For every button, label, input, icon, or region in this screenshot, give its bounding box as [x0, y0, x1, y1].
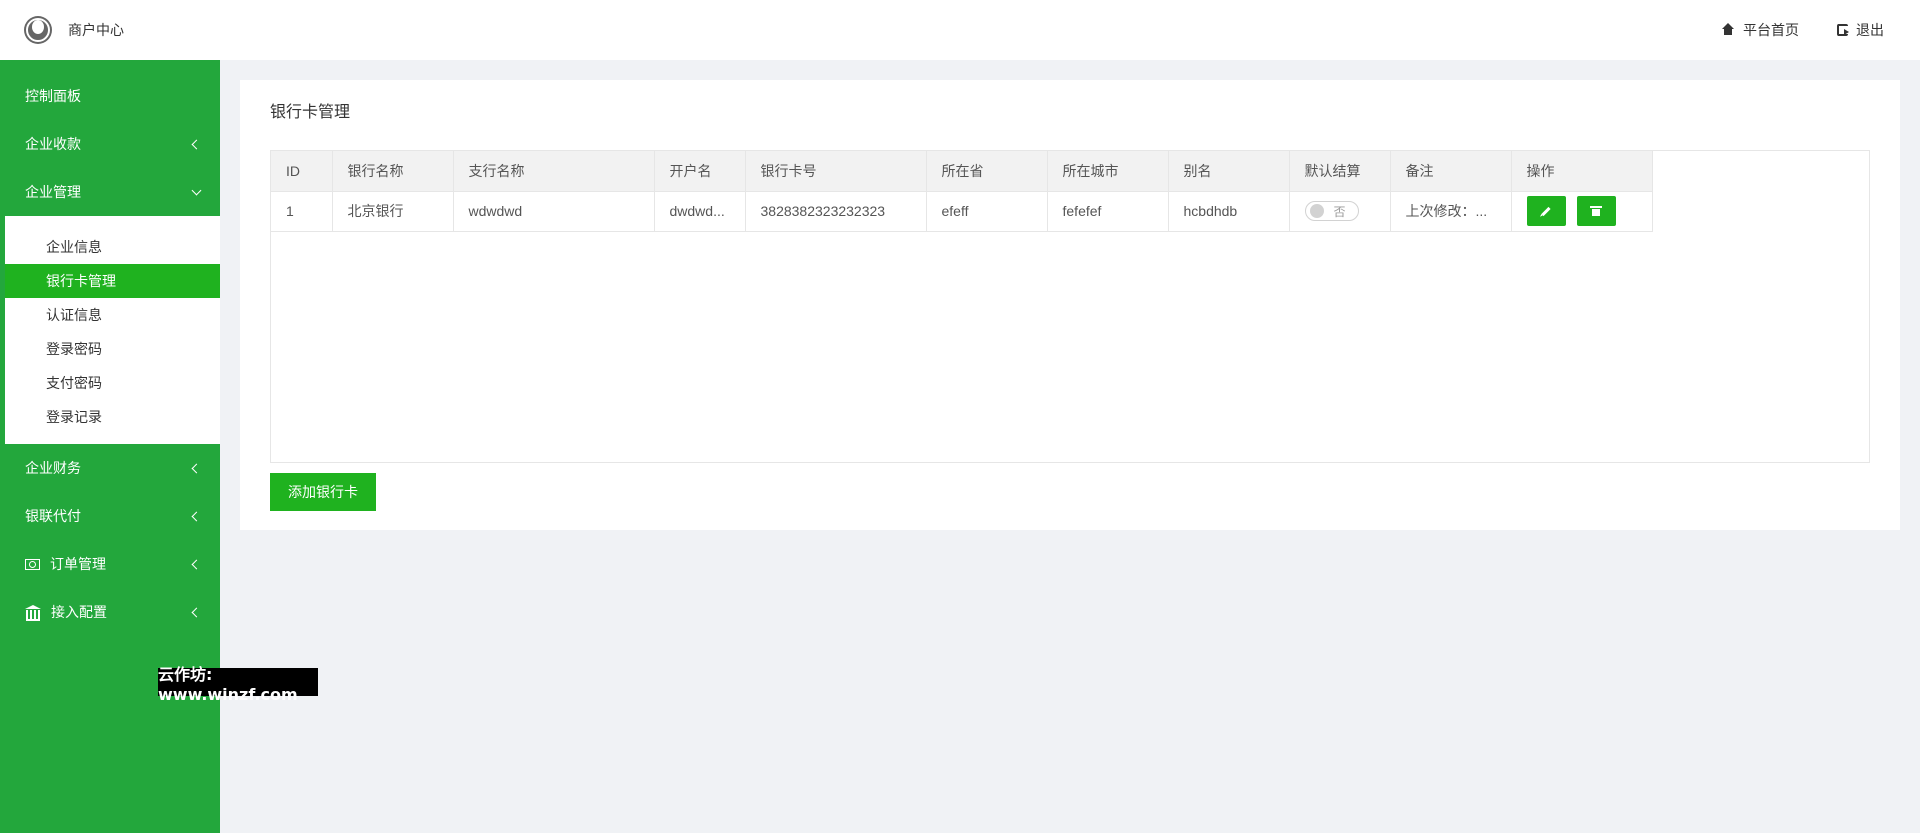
- edit-button[interactable]: [1526, 196, 1566, 226]
- money-icon: [25, 558, 40, 570]
- trash-icon: [1590, 206, 1602, 216]
- cell-remark: 上次修改：...: [1390, 191, 1512, 232]
- column-header-default: 默认结算: [1289, 151, 1391, 192]
- chevron-left-icon: [191, 139, 202, 149]
- column-header-province: 所在省: [926, 151, 1048, 192]
- submenu-item-login-records[interactable]: 登录记录: [5, 400, 220, 434]
- bank-icon: [25, 605, 41, 621]
- sidebar-item-label: 控制面板: [25, 88, 81, 104]
- cell-branch: wdwdwd: [453, 191, 655, 232]
- platform-home-link[interactable]: 平台首页: [1721, 20, 1799, 40]
- submenu-item-bank-card[interactable]: 银行卡管理: [5, 264, 220, 298]
- platform-home-label: 平台首页: [1743, 22, 1799, 38]
- sidebar-item-unionpay[interactable]: 银联代付: [0, 492, 220, 540]
- cell-remark-text: 上次修改：...: [1405, 203, 1488, 219]
- chevron-down-icon: [191, 185, 202, 195]
- column-header-branch: 支行名称: [453, 151, 655, 192]
- cell-province: efeff: [926, 191, 1048, 232]
- enterprise-submenu: 企业信息 银行卡管理 认证信息 登录密码 支付密码 登录记录: [0, 216, 220, 444]
- column-header-id: ID: [271, 151, 333, 192]
- sidebar-item-label: 企业财务: [25, 460, 81, 476]
- column-header-card: 银行卡号: [745, 151, 927, 192]
- logout-label: 退出: [1856, 22, 1884, 38]
- logout-link[interactable]: 退出: [1837, 20, 1884, 40]
- toggle-label: 否: [1333, 204, 1346, 219]
- bank-card-table-container: ID 银行名称 支行名称 开户名 银行卡号 所在省 所在城市 别名 默认结算 备…: [270, 150, 1870, 463]
- home-icon: [1721, 23, 1735, 37]
- brand: 商户中心: [0, 16, 124, 44]
- page-title: 银行卡管理: [240, 80, 1900, 140]
- chevron-left-icon: [191, 511, 202, 521]
- column-header-city: 所在城市: [1047, 151, 1169, 192]
- avatar: [24, 16, 52, 44]
- chevron-left-icon: [191, 463, 202, 473]
- sidebar-item-collection[interactable]: 企业收款: [0, 120, 220, 168]
- cell-alias: hcbdhdb: [1168, 191, 1290, 232]
- sidebar: 控制面板 企业收款 企业管理 企业信息 银行卡管理 认证信息 登录密码 支付密码…: [0, 60, 220, 833]
- sidebar-item-finance[interactable]: 企业财务: [0, 444, 220, 492]
- table-row: 1 北京银行 wdwdwd dwdwd... 3828382323232323 …: [271, 191, 1653, 232]
- chevron-left-icon: [191, 559, 202, 569]
- sidebar-item-dashboard[interactable]: 控制面板: [0, 72, 220, 120]
- sidebar-item-enterprise-management[interactable]: 企业管理: [0, 168, 220, 216]
- brand-title: 商户中心: [68, 22, 124, 38]
- column-header-actions: 操作: [1511, 151, 1653, 192]
- submenu-item-pay-password[interactable]: 支付密码: [5, 366, 220, 400]
- default-settlement-toggle[interactable]: 否: [1304, 201, 1359, 221]
- submenu-item-enterprise-info[interactable]: 企业信息: [5, 230, 220, 264]
- watermark: 云作坊: www.winzf.com: [158, 665, 318, 704]
- sidebar-item-orders[interactable]: 订单管理: [0, 540, 220, 588]
- cell-city: fefefef: [1047, 191, 1169, 232]
- cell-default: 否: [1289, 191, 1391, 232]
- sidebar-item-label: 企业管理: [25, 184, 81, 200]
- delete-button[interactable]: [1576, 196, 1616, 226]
- submenu-item-certification[interactable]: 认证信息: [5, 298, 220, 332]
- cell-card: 3828382323232323: [745, 191, 927, 232]
- logout-icon: [1837, 24, 1849, 36]
- column-header-alias: 别名: [1168, 151, 1290, 192]
- top-bar: 商户中心 平台首页 退出: [0, 0, 1920, 60]
- add-bank-card-button[interactable]: 添加银行卡: [270, 473, 376, 511]
- toggle-knob: [1309, 204, 1324, 218]
- cell-bank: 北京银行: [332, 191, 454, 232]
- column-header-bank: 银行名称: [332, 151, 454, 192]
- cell-holder-text: dwdwd...: [669, 203, 725, 219]
- cell-id: 1: [271, 191, 333, 232]
- table-header-row: ID 银行名称 支行名称 开户名 银行卡号 所在省 所在城市 别名 默认结算 备…: [271, 151, 1653, 192]
- sidebar-item-label: 企业收款: [25, 136, 81, 152]
- pencil-icon: [1541, 206, 1551, 216]
- sidebar-item-label: 订单管理: [50, 556, 106, 572]
- main-panel: ID 银行名称 支行名称 开户名 银行卡号 所在省 所在城市 别名 默认结算 备…: [240, 140, 1900, 530]
- sidebar-item-label: 银联代付: [25, 508, 81, 524]
- chevron-left-icon: [191, 607, 202, 617]
- sidebar-item-label: 接入配置: [51, 604, 107, 620]
- top-links: 平台首页 退出: [1683, 20, 1920, 40]
- cell-actions: [1511, 191, 1653, 232]
- column-header-remark: 备注: [1390, 151, 1512, 192]
- bank-card-table: ID 银行名称 支行名称 开户名 银行卡号 所在省 所在城市 别名 默认结算 备…: [271, 151, 1653, 232]
- cell-holder: dwdwd...: [654, 191, 746, 232]
- sidebar-item-access-config[interactable]: 接入配置: [0, 588, 220, 636]
- column-header-holder: 开户名: [654, 151, 746, 192]
- submenu-item-login-password[interactable]: 登录密码: [5, 332, 220, 366]
